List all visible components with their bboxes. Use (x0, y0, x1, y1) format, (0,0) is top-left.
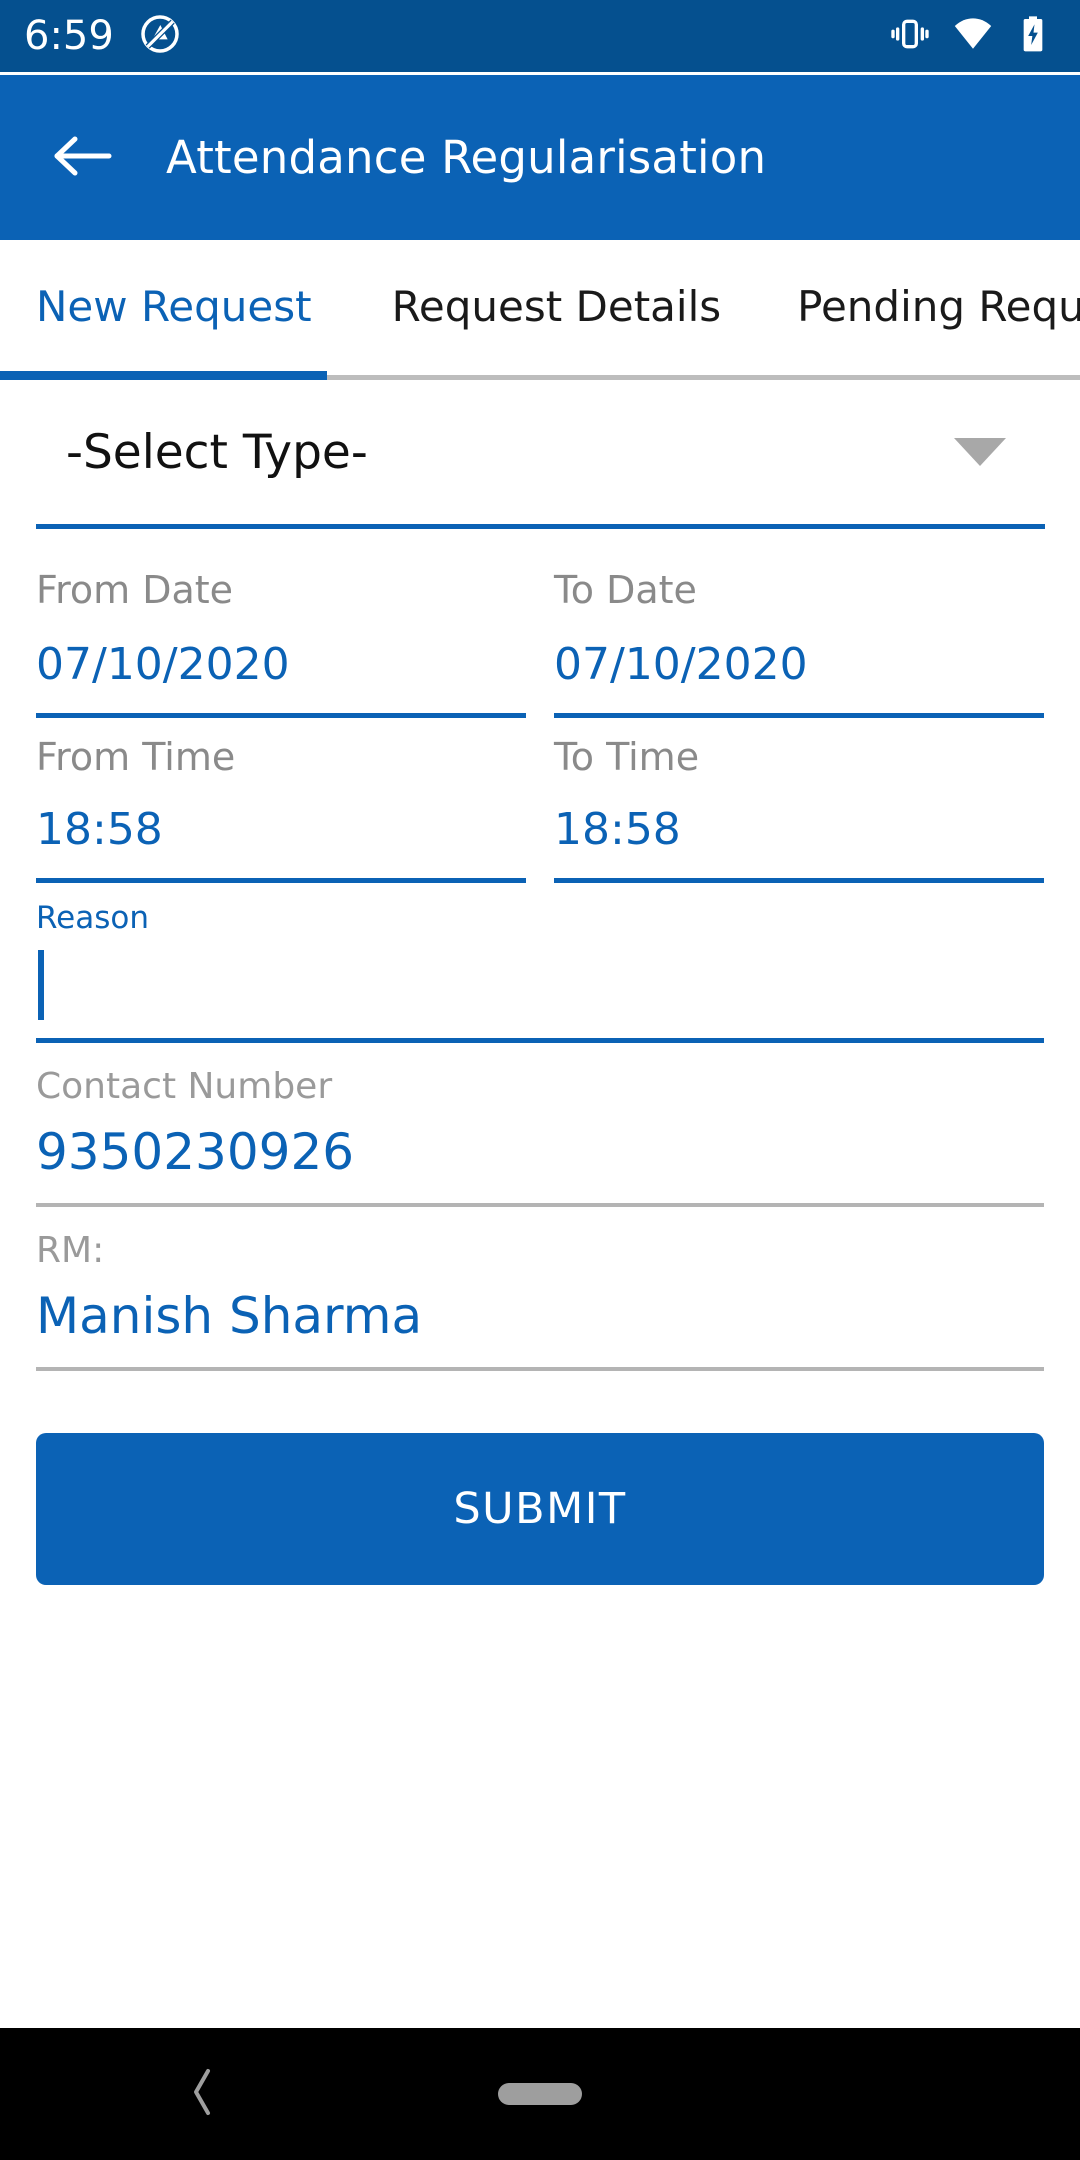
status-bar-clock: 6:59 (24, 13, 114, 59)
system-nav-bar (0, 2028, 1080, 2160)
app-bar: Attendance Regularisation (0, 75, 1080, 240)
tab-bar: New Request Request Details Pending Requ… (0, 240, 1080, 380)
page-title: Attendance Regularisation (166, 131, 767, 184)
rm-label: RM: (36, 1230, 105, 1271)
to-time-value: 18:58 (554, 804, 681, 855)
status-bar-right-icons (890, 13, 1056, 59)
from-time-underline (36, 878, 526, 883)
type-select-value: -Select Type- (66, 424, 368, 480)
submit-button[interactable]: SUBMIT (36, 1433, 1044, 1585)
nav-home-button[interactable] (498, 2083, 582, 2105)
tab-active-indicator (0, 371, 327, 380)
type-select-underline (36, 524, 1045, 529)
to-date-field[interactable]: To Date 07/10/2020 (540, 563, 1080, 718)
reason-input[interactable] (36, 942, 1044, 1038)
nav-back-button[interactable] (186, 2065, 220, 2123)
chevron-left-icon (186, 2069, 220, 2123)
location-off-icon (140, 14, 180, 58)
to-date-underline (554, 713, 1044, 718)
to-time-underline (554, 878, 1044, 883)
date-row: From Date 07/10/2020 To Date 07/10/2020 (0, 563, 1080, 718)
vibrate-icon (890, 14, 930, 58)
reason-field[interactable]: Reason (36, 903, 1044, 1043)
contact-number-value: 9350230926 (36, 1123, 355, 1181)
to-date-value: 07/10/2020 (554, 639, 808, 690)
rm-value: Manish Sharma (36, 1287, 423, 1345)
to-time-field[interactable]: To Time 18:58 (540, 730, 1080, 883)
battery-charging-icon (1016, 14, 1050, 58)
type-select[interactable]: -Select Type- (36, 380, 1044, 524)
wifi-icon (952, 13, 994, 59)
tab-request-details[interactable]: Request Details (354, 286, 760, 328)
arrow-left-icon (51, 133, 113, 183)
from-date-underline (36, 713, 526, 718)
to-time-label: To Time (554, 735, 700, 779)
rm-field: RM: Manish Sharma (36, 1207, 1044, 1371)
reason-underline (36, 1038, 1044, 1043)
from-time-value: 18:58 (36, 804, 163, 855)
status-bar: 6:59 (0, 0, 1080, 72)
contact-number-field: Contact Number 9350230926 (36, 1043, 1044, 1207)
from-date-value: 07/10/2020 (36, 639, 290, 690)
rm-underline (36, 1367, 1044, 1371)
phone-screen: 6:59 Attendance Regularisation New Reque… (0, 0, 1080, 2160)
new-request-form: -Select Type- (0, 380, 1080, 524)
to-date-label: To Date (554, 568, 697, 612)
from-date-label: From Date (36, 568, 234, 612)
text-caret (38, 950, 44, 1020)
time-row: From Time 18:58 To Time 18:58 (0, 730, 1080, 883)
from-time-field[interactable]: From Time 18:58 (0, 730, 540, 883)
tab-pending-request[interactable]: Pending Request (759, 286, 1080, 328)
reason-label: Reason (36, 900, 149, 936)
from-date-field[interactable]: From Date 07/10/2020 (0, 563, 540, 718)
form-fields: From Date 07/10/2020 To Date 07/10/2020 … (0, 545, 1080, 1585)
back-button[interactable] (34, 110, 130, 206)
from-time-label: From Time (36, 735, 236, 779)
submit-area: SUBMIT (36, 1433, 1044, 1585)
tab-new-request[interactable]: New Request (0, 286, 354, 328)
chevron-down-icon[interactable] (954, 438, 1006, 466)
status-bar-left-icons (140, 14, 180, 58)
tab-list: New Request Request Details Pending Requ… (0, 240, 1080, 374)
contact-number-label: Contact Number (36, 1066, 333, 1107)
readonly-fields: Contact Number 9350230926 RM: Manish Sha… (36, 1043, 1044, 1371)
